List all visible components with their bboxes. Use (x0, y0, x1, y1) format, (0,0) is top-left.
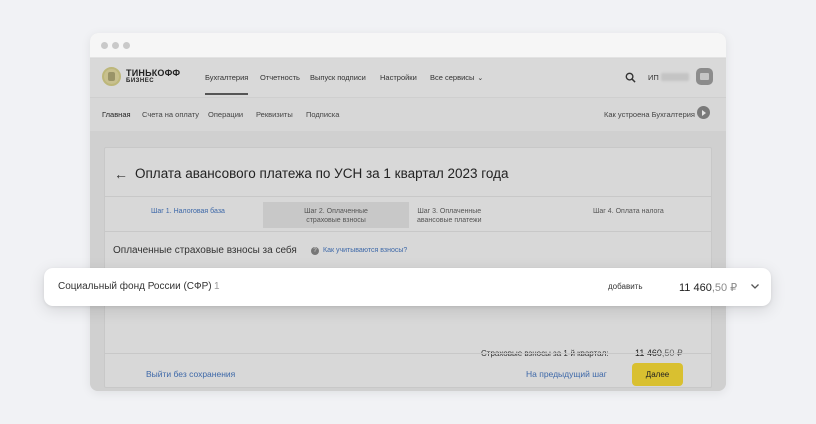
subnav-item-operations[interactable]: Операции (208, 110, 243, 119)
nav-item-accounting[interactable]: Бухгалтерия (205, 73, 249, 95)
steps-bar: Шаг 1. Налоговая база Шаг 2. Оплаченные … (105, 196, 711, 232)
step-3[interactable]: Шаг 3. Оплаченные авансовые платежи (417, 207, 482, 225)
nav-item-all-services[interactable]: Все сервисы ⌄ (430, 73, 483, 82)
next-button[interactable]: Далее (632, 363, 683, 386)
fund-amount: 11 460,50 ₽ (679, 281, 737, 294)
section-title: Оплаченные страховые взносы за себя (113, 245, 297, 256)
help-link[interactable]: Как устроена Бухгалтерия (604, 110, 695, 119)
logo-emblem-icon (102, 67, 121, 86)
step-2-label-line2: страховые взносы (306, 217, 366, 224)
question-icon[interactable]: ? (311, 247, 319, 255)
subnav-item-subscription[interactable]: Подписка (306, 110, 339, 119)
main-content: ← Оплата авансового платежа по УСН за 1 … (90, 131, 726, 391)
user-name-blurred (661, 73, 689, 81)
subnav-item-requisites[interactable]: Реквизиты (256, 110, 293, 119)
step-2[interactable]: Шаг 2. Оплаченные страховые взносы (263, 202, 409, 228)
logo-subtitle: БИЗНЕС (126, 77, 155, 84)
window-dot-minimize[interactable] (112, 42, 119, 49)
nav-item-reports[interactable]: Отчетность (260, 73, 300, 82)
fund-row-card[interactable]: Социальный фонд России (СФР) 1 добавить … (44, 268, 771, 306)
browser-window: ТИНЬКОФФ БИЗНЕС Бухгалтерия Отчетность В… (90, 33, 726, 391)
play-icon[interactable] (697, 106, 710, 119)
browser-titlebar (90, 33, 726, 58)
step-4[interactable]: Шаг 4. Оплата налога (593, 207, 664, 216)
step-2-label-line1: Шаг 2. Оплаченные (304, 208, 368, 215)
logo[interactable]: ТИНЬКОФФ БИЗНЕС (102, 67, 180, 86)
subnav-item-invoices[interactable]: Счета на оплату (142, 110, 199, 119)
nav-item-settings[interactable]: Настройки (380, 73, 417, 82)
search-icon[interactable] (625, 72, 636, 83)
chevron-down-icon[interactable] (749, 280, 761, 292)
step-3-label-line2: авансовые платежи (417, 217, 482, 224)
question-link[interactable]: Как учитываются взносы? (323, 247, 407, 254)
add-button[interactable]: добавить (608, 282, 643, 291)
window-dot-maximize[interactable] (123, 42, 130, 49)
logo-title: ТИНЬКОФФ (126, 67, 181, 78)
window-dot-close[interactable] (101, 42, 108, 49)
card-footer: Выйти без сохранения На предыдущий шаг Д… (104, 353, 712, 388)
page-title: Оплата авансового платежа по УСН за 1 кв… (135, 166, 509, 181)
exit-without-saving-link[interactable]: Выйти без сохранения (146, 369, 235, 379)
back-arrow-icon[interactable]: ← (114, 166, 128, 182)
user-label[interactable]: ИП (648, 73, 659, 82)
step-4-label: Шаг 4. Оплата налога (593, 208, 664, 215)
nav-item-signature[interactable]: Выпуск подписи (310, 73, 366, 82)
avatar[interactable] (696, 68, 713, 85)
step-1-label: Шаг 1. Налоговая база (151, 208, 225, 215)
previous-step-link[interactable]: На предыдущий шаг (526, 369, 607, 379)
step-3-label-line1: Шаг 3. Оплаченные (417, 208, 482, 215)
nav-item-all-services-label: Все сервисы (430, 73, 475, 82)
top-navigation: ТИНЬКОФФ БИЗНЕС Бухгалтерия Отчетность В… (90, 59, 726, 97)
subnav-item-home[interactable]: Главная (102, 110, 131, 133)
fund-amount-kopecks: ,50 ₽ (711, 282, 738, 294)
step-1[interactable]: Шаг 1. Налоговая база (151, 207, 225, 216)
fund-amount-main: 11 460 (679, 282, 712, 294)
fund-name: Социальный фонд России (СФР) (58, 281, 212, 292)
chevron-down-icon: ⌄ (477, 75, 484, 82)
sub-navigation: Главная Счета на оплату Операции Реквизи… (90, 97, 726, 133)
fund-count: 1 (214, 281, 220, 292)
